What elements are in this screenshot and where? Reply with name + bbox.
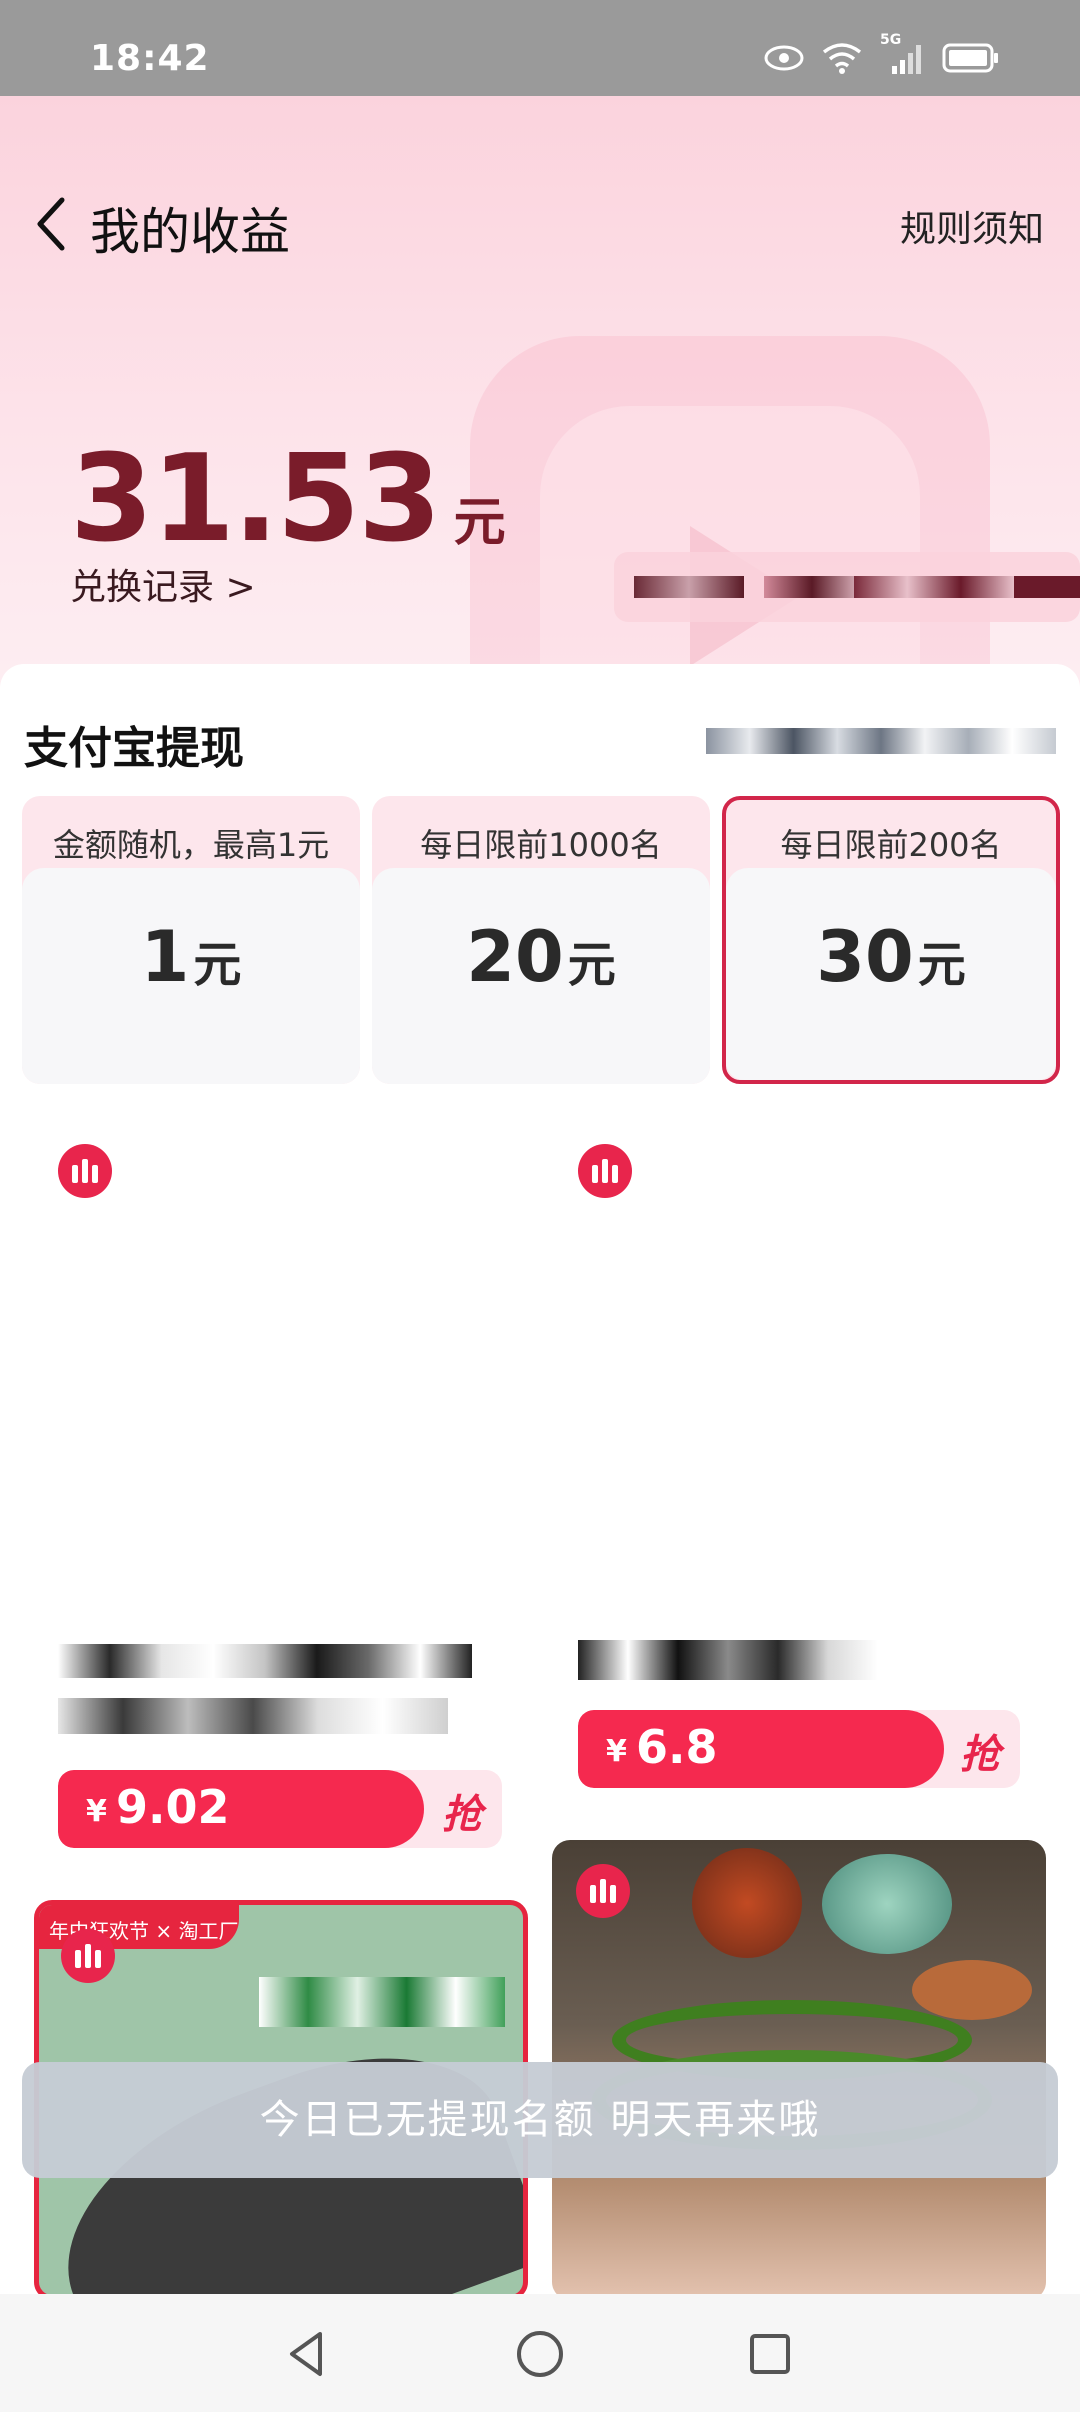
brand-badge-icon bbox=[578, 1144, 632, 1198]
brand-badge-icon bbox=[576, 1864, 630, 1918]
back-arrow-icon[interactable] bbox=[32, 196, 72, 252]
balance-amount: 31.53 元 bbox=[70, 430, 506, 569]
option-label: 金额随机，最高1元 bbox=[52, 826, 330, 864]
exchange-records-link[interactable]: 兑换记录 > bbox=[70, 558, 256, 610]
system-nav-bar bbox=[0, 2294, 1080, 2412]
status-bar: 18:42 5G bbox=[0, 0, 1080, 96]
redacted-text bbox=[706, 728, 1056, 754]
brand-badge-icon bbox=[58, 1144, 112, 1198]
balance-value: 31.53 bbox=[70, 430, 442, 569]
status-icons: 5G bbox=[764, 32, 1000, 76]
option-value: 20元 bbox=[466, 916, 616, 998]
redacted-product-title bbox=[578, 1640, 878, 1680]
option-label: 每日限前1000名 bbox=[420, 826, 662, 864]
section-title-alipay: 支付宝提现 bbox=[24, 723, 244, 774]
redacted-banner bbox=[614, 552, 1080, 622]
redacted-product-title bbox=[58, 1644, 472, 1678]
wifi-icon bbox=[822, 43, 862, 74]
currency-symbol: ¥ bbox=[86, 1794, 107, 1829]
cell-signal-icon: 5G bbox=[880, 32, 924, 76]
option-label: 每日限前200名 bbox=[780, 826, 1002, 864]
toast-message: 今日已无提现名额 明天再来哦 bbox=[22, 2062, 1058, 2178]
page-title: 我的收益 bbox=[90, 203, 290, 261]
product-price: 6.8 bbox=[636, 1720, 718, 1774]
brand-badge-icon bbox=[61, 1929, 115, 1983]
rules-link[interactable]: 规则须知 bbox=[900, 200, 1044, 252]
balance-unit: 元 bbox=[453, 493, 506, 553]
withdraw-option-1[interactable]: 金额随机，最高1元 1元 bbox=[22, 796, 360, 1084]
grab-label: 抢 bbox=[960, 1732, 1000, 1778]
redacted-text bbox=[259, 1977, 505, 2027]
grab-label: 抢 bbox=[442, 1792, 482, 1838]
price-grab-button[interactable]: ¥ 9.02 抢 bbox=[58, 1770, 502, 1848]
product-price: 9.02 bbox=[116, 1780, 230, 1834]
option-value: 30元 bbox=[816, 916, 966, 998]
withdraw-option-3[interactable]: 每日限前200名 30元 bbox=[722, 796, 1060, 1084]
nav-back-icon[interactable] bbox=[278, 2324, 338, 2384]
nav-home-icon[interactable] bbox=[510, 2324, 570, 2384]
nav-recents-icon[interactable] bbox=[740, 2324, 800, 2384]
eye-icon bbox=[764, 45, 804, 71]
battery-icon bbox=[942, 43, 998, 73]
withdraw-option-2[interactable]: 每日限前1000名 20元 bbox=[372, 796, 710, 1084]
currency-symbol: ¥ bbox=[606, 1734, 627, 1769]
status-time: 18:42 bbox=[90, 38, 210, 79]
redacted-product-title bbox=[58, 1698, 448, 1734]
option-value: 1元 bbox=[140, 916, 242, 998]
price-grab-button[interactable]: ¥ 6.8 抢 bbox=[578, 1710, 1020, 1788]
